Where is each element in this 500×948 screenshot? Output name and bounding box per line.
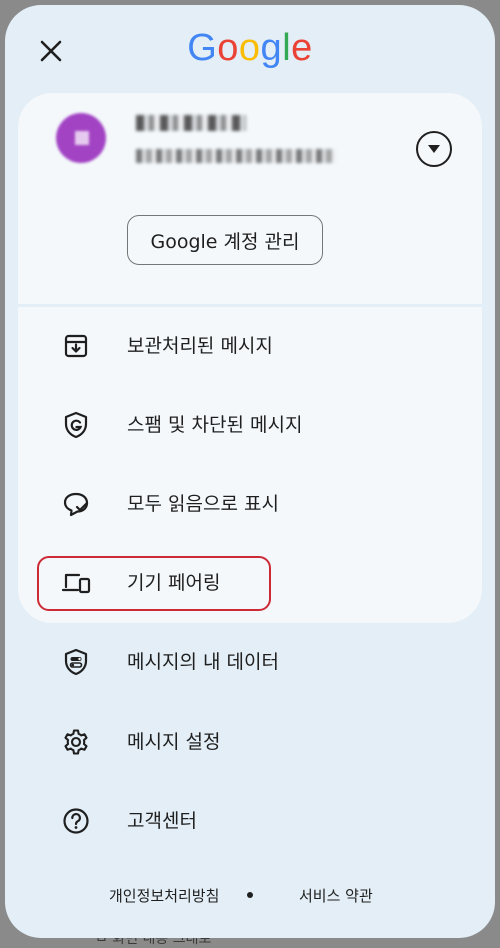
avatar-initial-redacted xyxy=(75,131,89,145)
chevron-down-icon xyxy=(428,145,440,153)
menu-item-archived[interactable]: 보관처리된 메시지 xyxy=(5,316,495,376)
account-name-redacted xyxy=(136,115,246,131)
menu-item-my-data[interactable]: 메시지의 내 데이터 xyxy=(5,632,495,692)
logo-letter: o xyxy=(238,27,261,69)
menu-item-label: 고객센터 xyxy=(127,810,197,832)
menu-item-label: 메시지의 내 데이터 xyxy=(127,651,279,673)
account-switcher-button[interactable] xyxy=(416,131,452,167)
avatar[interactable] xyxy=(56,113,106,163)
manage-account-button[interactable]: Google 계정 관리 xyxy=(127,215,323,265)
menu-item-label: 보관처리된 메시지 xyxy=(127,335,273,357)
privacy-policy-link[interactable]: 개인정보처리방침 xyxy=(109,885,219,906)
account-email-redacted xyxy=(136,149,336,163)
terms-of-service-link[interactable]: 서비스 약관 xyxy=(299,885,373,906)
menu-item-label: 메시지 설정 xyxy=(127,731,221,753)
menu-item-label: 스팸 및 차단된 메시지 xyxy=(127,414,303,436)
help-icon xyxy=(61,806,91,836)
gear-icon xyxy=(61,727,91,757)
menu-item-help-center[interactable]: 고객센터 xyxy=(5,791,495,851)
google-logo: Google xyxy=(5,23,495,73)
logo-letter: e xyxy=(291,27,313,69)
archive-icon xyxy=(61,331,91,361)
shield-toggle-icon xyxy=(61,647,91,677)
separator-dot xyxy=(247,892,253,898)
logo-letter: g xyxy=(260,27,283,69)
logo-letter: o xyxy=(217,27,239,69)
devices-icon xyxy=(61,568,91,598)
menu-item-mark-all-read[interactable]: 모두 읽음으로 표시 xyxy=(5,474,495,534)
account-menu-sheet: Google Google 계정 관리 보관처리된 메시지 스팸 및 차단된 메… xyxy=(5,5,495,938)
menu-item-device-pairing[interactable]: 기기 페어링 xyxy=(5,553,495,613)
divider xyxy=(18,304,482,307)
chat-check-icon xyxy=(61,489,91,519)
menu-item-spam-blocked[interactable]: 스팸 및 차단된 메시지 xyxy=(5,395,495,455)
menu-item-settings[interactable]: 메시지 설정 xyxy=(5,712,495,772)
logo-letter: l xyxy=(282,27,292,69)
shield-g-icon xyxy=(61,410,91,440)
menu-item-label: 기기 페어링 xyxy=(127,572,221,594)
logo-letter: G xyxy=(187,27,218,69)
menu-item-label: 모두 읽음으로 표시 xyxy=(127,493,279,515)
